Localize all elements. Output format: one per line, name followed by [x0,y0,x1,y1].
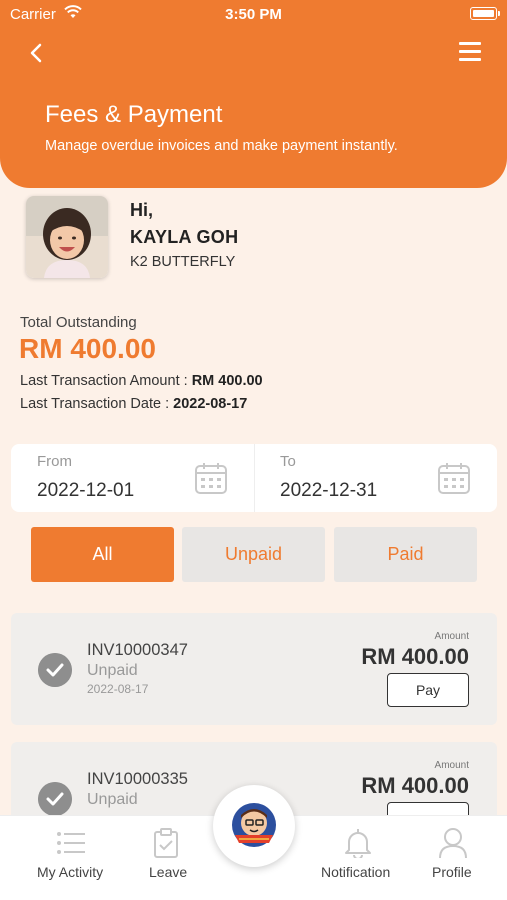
school-logo-icon [232,803,276,847]
page-title: Fees & Payment [45,101,223,128]
total-outstanding-amount: RM 400.00 [19,333,156,364]
to-label: To [280,453,296,470]
tab-label: My Activity [37,864,104,880]
last-transaction-date: Last Transaction Date : 2022-08-17 [20,396,248,412]
student-name: KAYLA GOH [130,227,239,247]
hamburger-icon [459,42,481,45]
chevron-left-icon [30,43,42,63]
student-photo [26,196,108,278]
invoice-number: INV10000335 [87,770,188,788]
clipboard-check-icon [154,828,178,858]
invoice-card[interactable]: INV10000347 Unpaid 2022-08-17 Amount RM … [11,613,497,725]
list-icon [57,832,85,854]
home-button[interactable] [213,785,295,867]
tab-label: Leave [149,864,188,880]
tab-my-activity[interactable]: My Activity [30,816,112,900]
tab-label: Notification [321,864,391,880]
status-bar: Carrier 3:50 PM [0,0,507,28]
pay-button[interactable]: Pay [387,673,469,707]
check-circle-icon[interactable] [38,653,72,687]
tab-leave[interactable]: Leave [140,816,192,900]
filter-unpaid-button[interactable]: Unpaid [182,527,325,582]
menu-button[interactable] [459,42,481,62]
greeting: Hi, [130,200,154,220]
check-circle-icon[interactable] [38,782,72,816]
clock: 3:50 PM [225,6,282,23]
filter-paid-button[interactable]: Paid [334,527,477,582]
invoice-status: Unpaid [87,662,138,679]
date-range-filter: From 2022-12-01 To 2022-12-31 [11,444,497,512]
from-date-value: 2022-12-01 [37,480,135,501]
last-transaction-amount: Last Transaction Amount : RM 400.00 [20,373,263,389]
to-date-value: 2022-12-31 [280,480,378,501]
amount-label: Amount [434,631,469,642]
from-label: From [37,453,72,470]
invoice-date: 2022-08-17 [87,682,149,696]
amount-label: Amount [434,760,469,771]
page-subtitle: Manage overdue invoices and make payment… [45,138,398,154]
tab-profile[interactable]: Profile [428,816,478,900]
total-outstanding-label: Total Outstanding [20,314,137,331]
from-date-field[interactable]: From 2022-12-01 [11,444,254,512]
battery-icon [470,7,500,20]
filter-all-button[interactable]: All [31,527,174,582]
user-icon [439,828,467,859]
back-button[interactable] [22,38,52,68]
avatar [26,196,108,278]
to-date-field[interactable]: To 2022-12-31 [255,444,497,512]
invoice-amount: RM 400.00 [361,644,469,669]
invoice-status: Unpaid [87,791,138,808]
bell-icon [345,829,371,858]
invoice-amount: RM 400.00 [361,773,469,798]
header: Carrier 3:50 PM Fees & Payment Manage ov… [0,0,507,188]
invoice-number: INV10000347 [87,641,188,659]
student-class: K2 BUTTERFLY [130,254,236,270]
tab-notification[interactable]: Notification [318,816,398,900]
tab-label: Profile [432,864,472,880]
calendar-icon [195,463,227,494]
calendar-icon [438,463,470,494]
